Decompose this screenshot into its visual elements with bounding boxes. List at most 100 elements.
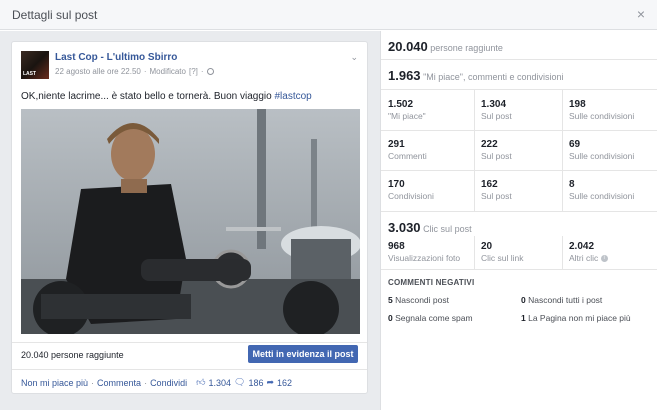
post-photo[interactable] xyxy=(21,109,360,334)
close-icon[interactable]: × xyxy=(637,7,645,21)
stat-label: Sul post xyxy=(481,191,512,201)
stat-value: 222 xyxy=(481,139,498,150)
stat-label: Commenti xyxy=(388,151,427,161)
stat-label: Sul post xyxy=(481,111,512,121)
chevron-down-icon[interactable]: ⌄ xyxy=(350,52,358,63)
engagement-label: "Mi piace", commenti e condivisioni xyxy=(423,72,564,82)
stat-likes-on-post: 1.304 Sul post xyxy=(481,99,512,121)
neg-value: 5 xyxy=(388,295,393,305)
clicks-summary: 3.030 Clic sul post xyxy=(388,220,657,235)
thumbs-up-icon[interactable]: 👍︎ xyxy=(196,377,205,388)
post-date[interactable]: 22 agosto alle ore 22.50 xyxy=(55,67,141,76)
action-separator: · xyxy=(144,377,148,388)
reach-label: persone raggiunte xyxy=(430,43,503,53)
neg-label: Segnala come spam xyxy=(395,313,473,323)
column-divider xyxy=(562,236,563,269)
page-avatar[interactable]: LAST xyxy=(21,51,49,79)
column-divider xyxy=(474,90,475,211)
comments-count[interactable]: 186 xyxy=(248,378,263,388)
stat-value: 170 xyxy=(388,179,405,190)
neg-label: Nascondi post xyxy=(395,295,449,305)
reach-summary: 20.040 persone raggiunte xyxy=(388,39,657,54)
neg-label: La Pagina non mi piace più xyxy=(528,313,631,323)
post-card: LAST Last Cop - L'ultimo Sbirro 22 agost… xyxy=(11,41,368,394)
stat-value: 198 xyxy=(569,99,586,110)
stat-value: 968 xyxy=(388,241,405,252)
clicks-value: 3.030 xyxy=(388,220,421,235)
globe-icon[interactable] xyxy=(206,68,214,75)
stat-value: 291 xyxy=(388,139,405,150)
share-icon[interactable]: ➦ xyxy=(267,377,275,388)
divider xyxy=(381,59,657,60)
dialog-header: Dettagli sul post × xyxy=(0,0,657,30)
comment-icon[interactable]: 🗨︎ xyxy=(234,377,245,388)
post-text: OK,niente lacrime... è stato bello e tor… xyxy=(21,91,312,102)
post-reach-text: 20.040 persone raggiunte xyxy=(21,350,124,360)
negative-hide-post: 5 Nascondi post xyxy=(388,295,449,305)
action-separator: · xyxy=(91,377,95,388)
stat-label: Altri clic i xyxy=(569,253,608,263)
divider-2 xyxy=(12,369,367,370)
post-stats-pane: 20.040 persone raggiunte 1.963 "Mi piace… xyxy=(380,31,657,410)
reach-value: 20.040 xyxy=(388,39,428,54)
modified-label[interactable]: Modificato xyxy=(150,67,186,76)
stat-label: Sulle condivisioni xyxy=(569,191,635,201)
stat-link-clicks: 20 Clic sul link xyxy=(481,241,524,263)
meta-separator: · xyxy=(143,67,147,76)
stat-label: Condivisioni xyxy=(388,191,434,201)
comment-link[interactable]: Commenta xyxy=(97,378,141,388)
divider xyxy=(381,170,657,171)
divider xyxy=(381,269,657,270)
stat-comments: 291 Commenti xyxy=(388,139,427,161)
divider xyxy=(381,211,657,212)
stat-value: 162 xyxy=(481,179,498,190)
neg-value: 0 xyxy=(388,313,393,323)
modified-help[interactable]: [?] xyxy=(189,67,198,76)
likes-count[interactable]: 1.304 xyxy=(209,378,232,388)
info-icon[interactable]: i xyxy=(600,255,608,263)
stat-other-clicks: 2.042 Altri clic i xyxy=(569,241,608,263)
stat-value: 1.304 xyxy=(481,99,507,110)
stat-likes-on-shares: 198 Sulle condivisioni xyxy=(569,99,634,121)
neg-value: 0 xyxy=(521,295,526,305)
avatar-text: LAST xyxy=(23,71,37,77)
shares-count[interactable]: 162 xyxy=(277,378,292,388)
stat-value: 8 xyxy=(569,179,575,190)
negative-spam: 0 Segnala come spam xyxy=(388,313,473,323)
neg-value: 1 xyxy=(521,313,526,323)
post-meta: 22 agosto alle ore 22.50 · Modificato [?… xyxy=(55,67,214,76)
column-divider xyxy=(474,236,475,269)
stat-shares: 170 Condivisioni xyxy=(388,179,434,201)
divider xyxy=(381,130,657,131)
post-actions: Non mi piace più · Commenta · Condividi … xyxy=(21,377,292,388)
photo-illustration xyxy=(21,109,360,334)
negative-hide-all: 0 Nascondi tutti i post xyxy=(521,295,602,305)
stat-label: Visualizzazioni foto xyxy=(388,253,461,263)
stat-shares-on-post: 162 Sul post xyxy=(481,179,512,201)
clicks-label: Clic sul post xyxy=(423,224,472,234)
engagement-summary: 1.963 "Mi piace", commenti e condivision… xyxy=(388,68,657,83)
stat-photo-views: 968 Visualizzazioni foto xyxy=(388,241,460,263)
negative-unlike-page: 1 La Pagina non mi piace più xyxy=(521,313,631,323)
stat-label: "Mi piace" xyxy=(388,111,426,121)
stat-label: Clic sul link xyxy=(481,253,524,263)
hashtag-link[interactable]: #lastcop xyxy=(274,91,311,102)
unlike-link[interactable]: Non mi piace più xyxy=(21,378,88,388)
share-link[interactable]: Condividi xyxy=(150,378,187,388)
negative-feedback-title: COMMENTI NEGATIVI xyxy=(388,278,475,287)
boost-post-button[interactable]: Metti in evidenza il post xyxy=(248,345,358,363)
page-name-link[interactable]: Last Cop - L'ultimo Sbirro xyxy=(55,52,177,63)
stat-value: 1.502 xyxy=(388,99,414,110)
dialog-title: Dettagli sul post xyxy=(12,8,98,22)
divider xyxy=(12,342,367,343)
stat-comments-on-shares: 69 Sulle condivisioni xyxy=(569,139,634,161)
neg-label: Nascondi tutti i post xyxy=(528,295,603,305)
column-divider xyxy=(562,90,563,211)
stat-comments-on-post: 222 Sul post xyxy=(481,139,512,161)
stat-value: 69 xyxy=(569,139,581,150)
stat-value: 2.042 xyxy=(569,241,595,252)
post-preview-pane: LAST Last Cop - L'ultimo Sbirro 22 agost… xyxy=(0,31,380,410)
stat-label: Sul post xyxy=(481,151,512,161)
stat-likes: 1.502 "Mi piace" xyxy=(388,99,426,121)
meta-separator-2: · xyxy=(200,67,204,76)
